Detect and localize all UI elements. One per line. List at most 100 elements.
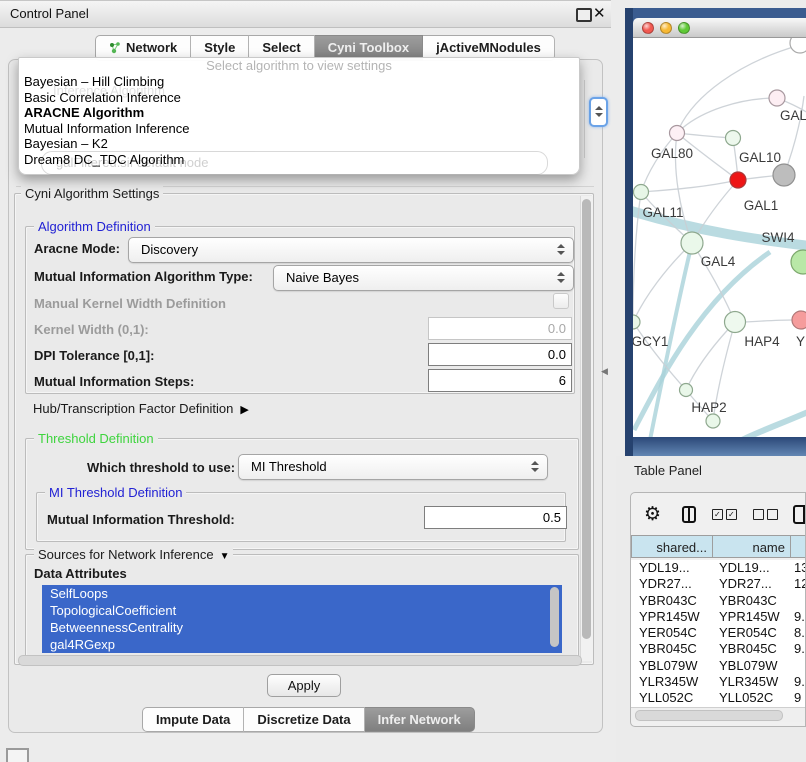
mi-algorithm-type-select[interactable]: Naive Bayes bbox=[273, 265, 574, 291]
table-row[interactable]: YLL052CYLL052C9 bbox=[631, 690, 806, 706]
which-threshold-select[interactable]: MI Threshold bbox=[238, 454, 548, 480]
network-node[interactable] bbox=[792, 311, 806, 329]
table-cell: YLR345W bbox=[713, 674, 791, 690]
mi-threshold-field[interactable]: 0.5 bbox=[424, 506, 567, 529]
settings-vertical-scrollbar[interactable] bbox=[580, 196, 593, 661]
settings-horizontal-scrollbar[interactable] bbox=[18, 655, 582, 666]
table-cell: YDR27... bbox=[713, 576, 791, 592]
network-node[interactable] bbox=[680, 384, 693, 397]
tab-discretize-data[interactable]: Discretize Data bbox=[244, 707, 364, 732]
table-panel-title: Table Panel bbox=[634, 463, 702, 478]
mi-steps-field[interactable]: 6 bbox=[428, 369, 572, 392]
manual-kernel-checkbox[interactable] bbox=[553, 293, 569, 309]
network-window[interactable]: GALGAL80GAL10GAL1GAL11GAL4SWI4GCY1HAP4YH… bbox=[633, 18, 806, 437]
table-row[interactable]: YDR27...YDR27...12 bbox=[631, 576, 806, 592]
data-attribute-item[interactable]: gal4RGexp bbox=[42, 636, 562, 653]
network-node[interactable] bbox=[791, 250, 806, 274]
hub-definition-toggle[interactable]: Hub/Transcription Factor Definition▶ bbox=[33, 401, 249, 418]
kernel-width-label: Kernel Width (0,1): bbox=[34, 322, 149, 337]
sources-toggle[interactable]: Sources for Network Inference ▼ bbox=[34, 547, 233, 564]
data-attributes-list[interactable]: SelfLoopsTopologicalCoefficientBetweenne… bbox=[42, 585, 562, 653]
network-node[interactable] bbox=[769, 90, 785, 106]
algorithm-option[interactable]: ARACNE Algorithm bbox=[19, 105, 579, 121]
aracne-mode-select[interactable]: Discovery bbox=[128, 237, 574, 263]
table-row[interactable]: YER054CYER054C8. bbox=[631, 625, 806, 641]
table-toolbar: ⚙ ✓✓ bbox=[631, 493, 805, 535]
network-node[interactable] bbox=[633, 315, 640, 329]
network-canvas[interactable]: GALGAL80GAL10GAL1GAL11GAL4SWI4GCY1HAP4YH… bbox=[633, 38, 806, 437]
group-title: MI Threshold Definition bbox=[45, 485, 186, 500]
zoom-traffic-light-icon[interactable] bbox=[678, 22, 690, 34]
network-node[interactable] bbox=[726, 131, 741, 146]
unchecked-pair-icon[interactable] bbox=[753, 509, 778, 520]
network-node[interactable] bbox=[634, 185, 649, 200]
table-cell: YDL19... bbox=[713, 560, 791, 576]
network-node[interactable] bbox=[681, 232, 703, 254]
column-header-partial[interactable] bbox=[790, 535, 806, 558]
table-body[interactable]: YDL19...YDL19...13YDR27...YDR27...12YBR0… bbox=[631, 560, 806, 707]
algorithm-option[interactable]: Basic Correlation Inference bbox=[19, 90, 579, 106]
network-node[interactable] bbox=[790, 38, 806, 53]
table-panel-box: ⚙ ✓✓ shared... name YDL19...YDL19...13YD… bbox=[630, 492, 806, 727]
table-cell: YLR345W bbox=[631, 674, 713, 690]
column-header-shared-name[interactable]: shared... bbox=[631, 535, 713, 558]
close-traffic-light-icon[interactable] bbox=[642, 22, 654, 34]
table-row[interactable]: YLR345WYLR345W9. bbox=[631, 674, 806, 690]
group-title: Cyni Algorithm Settings bbox=[21, 186, 163, 201]
algorithm-option[interactable]: Bayesian – Hill Climbing bbox=[19, 74, 579, 90]
network-node-label: HAP2 bbox=[691, 400, 726, 415]
tab-impute-data[interactable]: Impute Data bbox=[142, 707, 244, 732]
split-columns-icon[interactable] bbox=[682, 506, 696, 523]
group-title: Algorithm Definition bbox=[34, 219, 155, 234]
control-panel-title: Control Panel bbox=[10, 1, 89, 27]
network-node-label: GAL1 bbox=[744, 198, 779, 213]
network-node[interactable] bbox=[730, 172, 746, 188]
table-row[interactable]: YBR045CYBR045C9. bbox=[631, 641, 806, 657]
table-cell: 8. bbox=[791, 625, 806, 641]
list-scrollbar-thumb[interactable] bbox=[550, 587, 559, 647]
minimize-traffic-light-icon[interactable] bbox=[660, 22, 672, 34]
network-window-titlebar bbox=[633, 18, 806, 38]
table-horizontal-scrollbar[interactable] bbox=[631, 707, 805, 722]
dpi-tolerance-field[interactable]: 0.0 bbox=[428, 343, 572, 366]
tab-infer-network[interactable]: Infer Network bbox=[365, 707, 475, 732]
sources-title: Sources for Network Inference bbox=[38, 547, 214, 562]
gear-icon[interactable]: ⚙ bbox=[644, 505, 661, 524]
aracne-mode-value: Discovery bbox=[141, 238, 198, 262]
table-row[interactable]: YDL19...YDL19...13 bbox=[631, 560, 806, 576]
float-window-icon[interactable] bbox=[576, 8, 592, 22]
scrollbar-thumb[interactable] bbox=[582, 199, 591, 639]
data-attribute-item[interactable]: TopologicalCoefficient bbox=[42, 602, 562, 619]
data-attribute-item[interactable]: SelfLoops bbox=[42, 585, 562, 602]
algorithm-option[interactable]: Mutual Information Inference bbox=[19, 121, 579, 137]
column-header-name[interactable]: name bbox=[712, 535, 791, 558]
splitpane-handle-icon[interactable]: ◀ bbox=[601, 366, 608, 377]
table-row[interactable]: YPR145WYPR145W9. bbox=[631, 609, 806, 625]
data-attribute-item[interactable]: BetweennessCentrality bbox=[42, 619, 562, 636]
network-node[interactable] bbox=[725, 312, 746, 333]
table-row[interactable]: YBR043CYBR043C bbox=[631, 593, 806, 609]
mi-steps-label: Mutual Information Steps: bbox=[34, 374, 194, 389]
algorithm-option[interactable]: Bayesian – K2 bbox=[19, 136, 579, 152]
kernel-width-field[interactable]: 0.0 bbox=[428, 317, 572, 340]
close-icon[interactable]: ✕ bbox=[593, 2, 606, 26]
manual-kernel-label: Manual Kernel Width Definition bbox=[34, 296, 226, 311]
scrollbar-thumb[interactable] bbox=[635, 710, 783, 721]
network-node-label: GCY1 bbox=[633, 334, 668, 349]
algorithm-option[interactable]: Dream8 DC_TDC Algorithm bbox=[19, 152, 579, 168]
hub-definition-label: Hub/Transcription Factor Definition bbox=[33, 401, 233, 416]
chevron-down-icon: ▼ bbox=[220, 549, 230, 564]
network-node[interactable] bbox=[773, 164, 795, 186]
table-panel: Table Panel ⚙ ✓✓ shared... name YDL19...… bbox=[616, 456, 806, 762]
frame-border bbox=[625, 8, 633, 456]
algorithm-combobox-fragment[interactable] bbox=[589, 97, 608, 127]
table-header: shared... name bbox=[631, 535, 806, 560]
apply-button[interactable]: Apply bbox=[267, 674, 341, 697]
table-partial-icon[interactable] bbox=[793, 505, 805, 524]
table-row[interactable]: YBL079WYBL079W bbox=[631, 658, 806, 674]
network-node[interactable] bbox=[670, 126, 685, 141]
minimized-panel-icon[interactable] bbox=[6, 748, 29, 762]
network-node[interactable] bbox=[706, 414, 720, 428]
table-cell: YLL052C bbox=[713, 690, 791, 706]
checked-pair-icon[interactable]: ✓✓ bbox=[712, 509, 737, 520]
